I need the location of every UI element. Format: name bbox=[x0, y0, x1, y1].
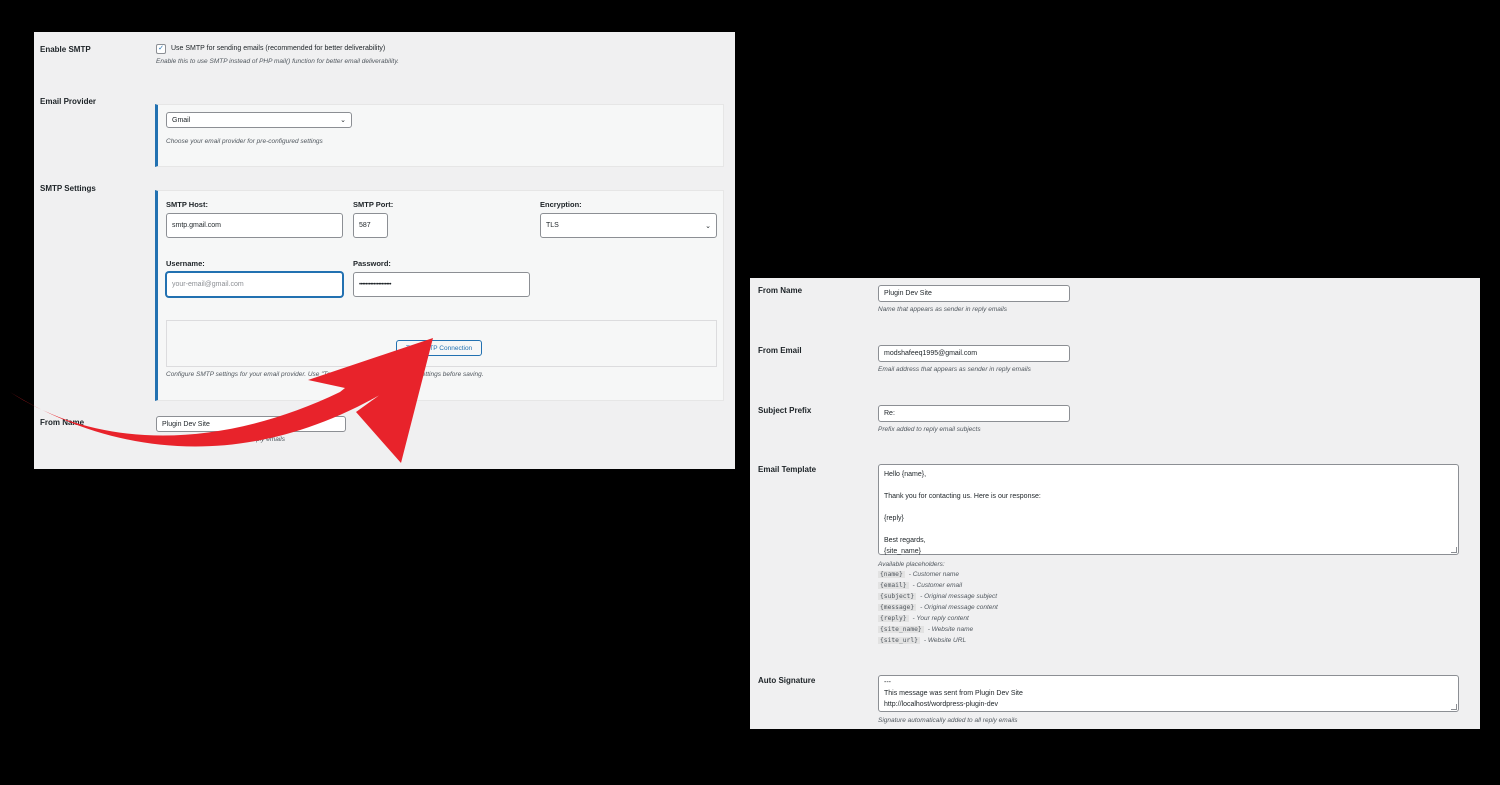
email-provider-description: Choose your email provider for pre-confi… bbox=[166, 138, 323, 145]
from-email-input[interactable]: modshafeeq1995@gmail.com bbox=[878, 345, 1070, 362]
chevron-down-icon: ⌄ bbox=[705, 222, 711, 230]
smtp-port-input[interactable]: 587 bbox=[353, 213, 388, 238]
template-line bbox=[884, 524, 1453, 535]
placeholder-code: {name} bbox=[878, 571, 905, 578]
placeholder-code: {site_url} bbox=[878, 637, 920, 644]
placeholder-item: {site_name} - Website name bbox=[878, 626, 973, 633]
enable-smtp-label: Enable SMTP bbox=[40, 45, 91, 54]
placeholders-title: Available placeholders: bbox=[878, 561, 945, 568]
placeholder-item: {name} - Customer name bbox=[878, 571, 959, 578]
placeholder-code: {site_name} bbox=[878, 626, 924, 633]
template-line bbox=[884, 502, 1453, 513]
placeholder-item: {subject} - Original message subject bbox=[878, 593, 997, 600]
placeholder-code: {subject} bbox=[878, 593, 917, 600]
auto-signature-description: Signature automatically added to all rep… bbox=[878, 717, 1018, 724]
template-line: Thank you for contacting us. Here is our… bbox=[884, 493, 1041, 500]
placeholder-desc: - Your reply content bbox=[912, 615, 969, 622]
placeholder-code: {message} bbox=[878, 604, 917, 611]
password-input[interactable]: •••••••••••••••••••• bbox=[353, 272, 530, 297]
password-label: Password: bbox=[353, 259, 391, 268]
placeholder-item: {site_url} - Website URL bbox=[878, 637, 966, 644]
from-name-input[interactable]: Plugin Dev Site bbox=[156, 416, 346, 432]
username-label: Username: bbox=[166, 259, 205, 268]
reply-settings-panel: From Name Plugin Dev Site Name that appe… bbox=[750, 278, 1480, 729]
auto-signature-label: Auto Signature bbox=[758, 676, 816, 685]
auto-signature-textarea[interactable]: --- This message was sent from Plugin De… bbox=[878, 675, 1459, 712]
placeholder-desc: - Customer email bbox=[912, 582, 963, 589]
placeholder-desc: - Website URL bbox=[923, 637, 967, 644]
placeholder-desc: - Customer name bbox=[908, 571, 959, 578]
placeholder-item: {email} - Customer email bbox=[878, 582, 962, 589]
test-smtp-connection-button[interactable]: Test SMTP Connection bbox=[396, 340, 482, 356]
from-email-description: Email address that appears as sender in … bbox=[878, 366, 1031, 373]
enable-smtp-description: Enable this to use SMTP instead of PHP m… bbox=[156, 58, 399, 65]
email-provider-selected: Gmail bbox=[172, 116, 191, 124]
from-name-label: From Name bbox=[758, 286, 803, 295]
placeholder-desc: - Original message content bbox=[920, 604, 998, 611]
placeholder-code: {email} bbox=[878, 582, 909, 589]
from-name-input[interactable]: Plugin Dev Site bbox=[878, 285, 1070, 302]
subject-prefix-input[interactable]: Re: bbox=[878, 405, 1070, 422]
placeholder-desc: - Website name bbox=[927, 626, 974, 633]
subject-prefix-label: Subject Prefix bbox=[758, 406, 812, 415]
from-name-description: Name that appears as sender in reply ema… bbox=[156, 436, 285, 443]
smtp-host-label: SMTP Host: bbox=[166, 200, 208, 209]
signature-line: http://localhost/wordpress-plugin-dev bbox=[884, 701, 999, 708]
smtp-settings-panel: Enable SMTP ✓ Use SMTP for sending email… bbox=[34, 32, 735, 469]
smtp-settings-box: SMTP Host: smtp.gmail.com SMTP Port: 587… bbox=[155, 190, 724, 401]
template-line bbox=[884, 480, 1453, 491]
template-line: {reply} bbox=[884, 515, 904, 522]
enable-smtp-checkbox-label[interactable]: Use SMTP for sending emails (recommended… bbox=[171, 45, 385, 52]
encryption-label: Encryption: bbox=[540, 200, 582, 209]
smtp-settings-description: Configure SMTP settings for your email p… bbox=[166, 371, 484, 378]
enable-smtp-checkbox[interactable]: ✓ bbox=[156, 44, 166, 54]
subject-prefix-description: Prefix added to reply email subjects bbox=[878, 426, 981, 433]
email-provider-select[interactable]: Gmail ⌄ bbox=[166, 112, 352, 128]
username-input[interactable]: your-email@gmail.com bbox=[166, 272, 343, 297]
resize-handle-icon[interactable] bbox=[1451, 547, 1457, 553]
email-template-textarea[interactable]: Hello {name}, Thank you for contacting u… bbox=[878, 464, 1459, 555]
signature-line: This message was sent from Plugin Dev Si… bbox=[884, 690, 1023, 697]
smtp-host-input[interactable]: smtp.gmail.com bbox=[166, 213, 343, 238]
encryption-select[interactable]: TLS ⌄ bbox=[540, 213, 717, 238]
template-line: {site_name} bbox=[884, 548, 921, 555]
placeholder-item: {message} - Original message content bbox=[878, 604, 998, 611]
signature-line: --- bbox=[884, 679, 891, 686]
placeholder-desc: - Original message subject bbox=[920, 593, 998, 600]
from-name-label: From Name bbox=[40, 418, 85, 427]
test-connection-box: Test SMTP Connection bbox=[166, 320, 717, 367]
encryption-selected: TLS bbox=[546, 222, 559, 229]
resize-handle-icon[interactable] bbox=[1451, 704, 1457, 710]
template-line: Hello {name}, bbox=[884, 471, 927, 478]
from-email-label: From Email bbox=[758, 346, 802, 355]
chevron-down-icon: ⌄ bbox=[340, 117, 346, 124]
template-line: Best regards, bbox=[884, 537, 926, 544]
email-provider-box: Gmail ⌄ Choose your email provider for p… bbox=[155, 104, 724, 167]
placeholder-code: {reply} bbox=[878, 615, 909, 622]
placeholder-item: {reply} - Your reply content bbox=[878, 615, 969, 622]
smtp-port-label: SMTP Port: bbox=[353, 200, 394, 209]
email-template-label: Email Template bbox=[758, 465, 817, 474]
email-provider-label: Email Provider bbox=[40, 97, 97, 106]
from-name-description: Name that appears as sender in reply ema… bbox=[878, 306, 1007, 313]
smtp-settings-label: SMTP Settings bbox=[40, 184, 96, 193]
